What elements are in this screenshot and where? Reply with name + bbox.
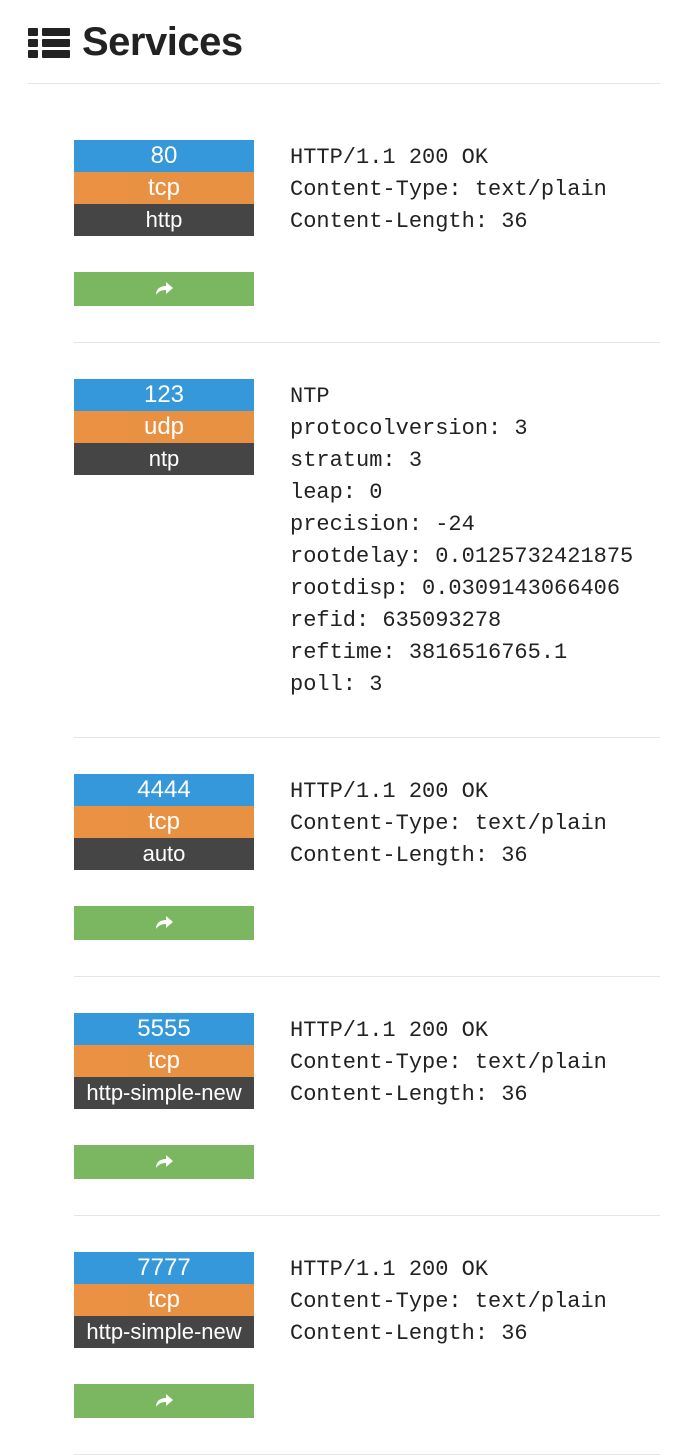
protocol-badge: tcp bbox=[74, 1284, 254, 1316]
service-detail-text: HTTP/1.1 200 OK Content-Type: text/plain… bbox=[290, 1252, 607, 1350]
service-badge: http-simple-new bbox=[74, 1316, 254, 1348]
share-icon bbox=[153, 914, 175, 932]
service-badges-column: 123 udp ntp bbox=[74, 379, 254, 475]
badge-stack: 5555 tcp http-simple-new bbox=[74, 1013, 254, 1109]
port-badge[interactable]: 4444 bbox=[74, 774, 254, 806]
service-badge: http-simple-new bbox=[74, 1077, 254, 1109]
list-icon bbox=[28, 26, 70, 60]
service-detail-text: HTTP/1.1 200 OK Content-Type: text/plain… bbox=[290, 140, 607, 238]
service-detail-text: NTP protocolversion: 3 stratum: 3 leap: … bbox=[290, 379, 633, 701]
service-row: 5555 tcp http-simple-new HTTP/1.1 200 OK… bbox=[74, 977, 660, 1216]
share-button[interactable] bbox=[74, 272, 254, 306]
service-badge: auto bbox=[74, 838, 254, 870]
service-detail-text: HTTP/1.1 200 OK Content-Type: text/plain… bbox=[290, 774, 607, 872]
protocol-badge: udp bbox=[74, 411, 254, 443]
service-badges-column: 80 tcp http bbox=[74, 140, 254, 306]
badge-stack: 7777 tcp http-simple-new bbox=[74, 1252, 254, 1348]
share-button[interactable] bbox=[74, 906, 254, 940]
share-icon bbox=[153, 280, 175, 298]
service-badge: http bbox=[74, 204, 254, 236]
share-button[interactable] bbox=[74, 1384, 254, 1418]
share-icon bbox=[153, 1153, 175, 1171]
service-badges-column: 5555 tcp http-simple-new bbox=[74, 1013, 254, 1179]
badge-stack: 4444 tcp auto bbox=[74, 774, 254, 870]
port-badge[interactable]: 5555 bbox=[74, 1013, 254, 1045]
protocol-badge: tcp bbox=[74, 172, 254, 204]
service-row: 80 tcp http HTTP/1.1 200 OK Content-Type… bbox=[74, 104, 660, 343]
service-badge: ntp bbox=[74, 443, 254, 475]
service-row: 7777 tcp http-simple-new HTTP/1.1 200 OK… bbox=[74, 1216, 660, 1455]
protocol-badge: tcp bbox=[74, 806, 254, 838]
port-badge[interactable]: 123 bbox=[74, 379, 254, 411]
service-row: 123 udp ntp NTP protocolversion: 3 strat… bbox=[74, 343, 660, 738]
service-detail-text: HTTP/1.1 200 OK Content-Type: text/plain… bbox=[290, 1013, 607, 1111]
share-button[interactable] bbox=[74, 1145, 254, 1179]
service-badges-column: 7777 tcp http-simple-new bbox=[74, 1252, 254, 1418]
protocol-badge: tcp bbox=[74, 1045, 254, 1077]
service-row: 4444 tcp auto HTTP/1.1 200 OK Content-Ty… bbox=[74, 738, 660, 977]
services-list: 80 tcp http HTTP/1.1 200 OK Content-Type… bbox=[28, 84, 660, 1455]
badge-stack: 80 tcp http bbox=[74, 140, 254, 236]
share-icon bbox=[153, 1392, 175, 1410]
badge-stack: 123 udp ntp bbox=[74, 379, 254, 475]
port-badge[interactable]: 80 bbox=[74, 140, 254, 172]
page-header: Services bbox=[28, 0, 660, 84]
service-badges-column: 4444 tcp auto bbox=[74, 774, 254, 940]
page-title: Services bbox=[82, 20, 243, 65]
port-badge[interactable]: 7777 bbox=[74, 1252, 254, 1284]
